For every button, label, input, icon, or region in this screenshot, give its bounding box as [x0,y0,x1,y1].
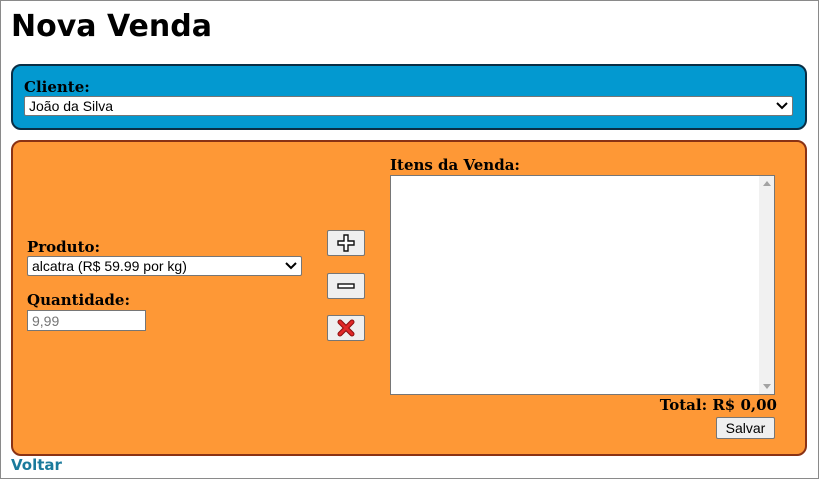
total-text: Total: R$ 0,00 [659,396,777,414]
close-icon [337,319,355,337]
cliente-select-value: João da Silva [29,98,114,114]
itens-scrollbar[interactable] [759,176,774,394]
minus-icon [337,283,355,289]
salvar-button[interactable]: Salvar [716,417,775,439]
cliente-label: Cliente: [24,78,90,96]
page-title: Nova Venda [11,9,212,44]
produto-label: Produto: [27,238,101,256]
scroll-down-arrow-icon[interactable] [763,384,771,389]
chevron-down-icon [285,262,297,270]
voltar-link[interactable]: Voltar [11,456,62,474]
cliente-panel: Cliente: João da Silva [11,64,807,130]
add-item-button[interactable] [327,230,365,256]
venda-panel: Produto: alcatra (R$ 59.99 por kg) Quant… [11,140,807,456]
clear-items-button[interactable] [327,315,365,341]
plus-icon [337,234,355,252]
quantidade-label: Quantidade: [27,291,131,309]
quantidade-input[interactable] [27,310,146,331]
itens-list[interactable] [390,175,775,395]
produto-select[interactable]: alcatra (R$ 59.99 por kg) [27,256,302,276]
remove-item-button[interactable] [327,273,365,299]
itens-label: Itens da Venda: [390,156,520,174]
cliente-select[interactable]: João da Silva [24,96,793,116]
chevron-down-icon [776,102,788,110]
produto-select-value: alcatra (R$ 59.99 por kg) [32,258,187,274]
scroll-up-arrow-icon[interactable] [763,181,771,186]
